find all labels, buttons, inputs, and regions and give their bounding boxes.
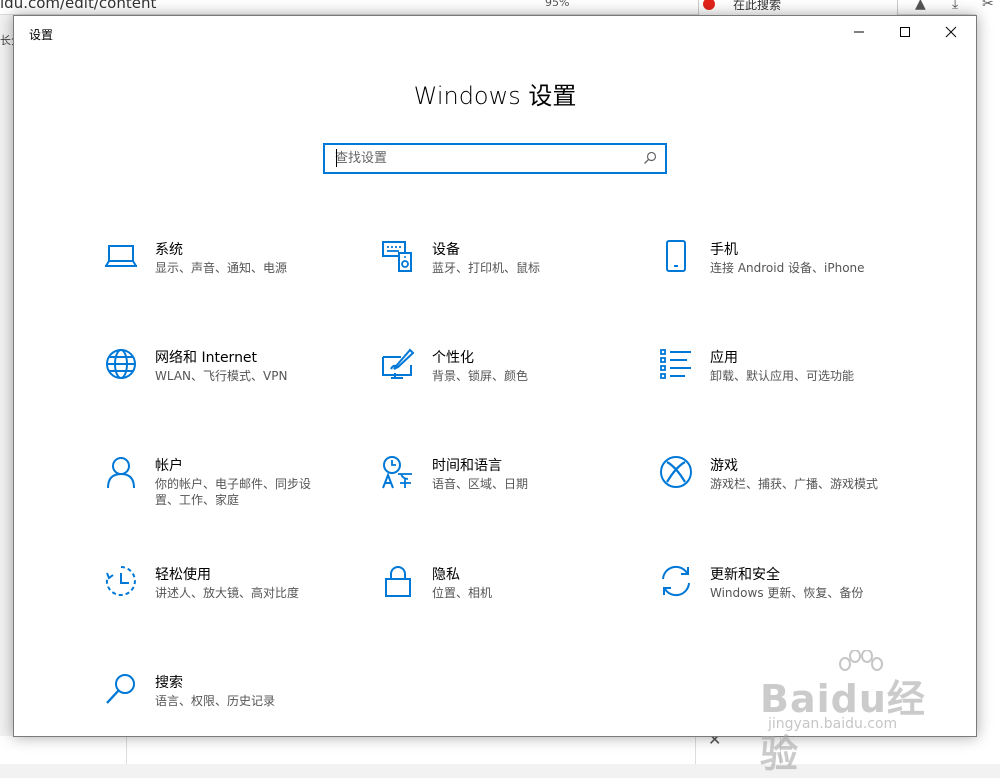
window-title: 设置: [29, 28, 54, 42]
tile-network-desc: WLAN、飞行模式、VPN: [155, 369, 288, 383]
tile-update-security[interactable]: 更新和安全 Windows 更新、恢复、备份: [659, 564, 889, 624]
tile-search-desc: 语言、权限、历史记录: [155, 694, 276, 708]
minimize-icon: [854, 31, 864, 33]
devices-icon: [381, 239, 415, 273]
tile-accounts-name: 帐户: [155, 458, 183, 474]
tile-phone-name: 手机: [710, 242, 738, 258]
tile-personalization[interactable]: 个性化 背景、锁屏、颜色: [381, 347, 611, 407]
background-right-panel: [976, 14, 1000, 764]
close-icon: [945, 26, 957, 38]
tile-accounts[interactable]: 帐户 你的帐户、电子邮件、同步设置、工作、家庭: [104, 455, 334, 515]
background-page-bottom: [0, 736, 1000, 764]
tile-search[interactable]: 搜索 语言、权限、历史记录: [104, 672, 334, 732]
tile-apps-desc: 卸载、默认应用、可选功能: [710, 369, 855, 383]
tile-update-security-desc: Windows 更新、恢复、备份: [710, 586, 864, 600]
xbox-icon: [659, 455, 693, 489]
scissors-icon[interactable]: ✂: [982, 0, 994, 12]
tile-search-name: 搜索: [155, 675, 183, 691]
laptop-icon: [104, 239, 138, 273]
tile-gaming-name: 游戏: [710, 458, 738, 474]
settings-search-box[interactable]: [323, 143, 667, 174]
browser-url-text[interactable]: idu.com/edit/content: [0, 0, 156, 14]
search-icon[interactable]: [643, 151, 657, 165]
tile-update-security-name: 更新和安全: [710, 567, 780, 583]
tile-network[interactable]: 网络和 Internet WLAN、飞行模式、VPN: [104, 347, 334, 407]
settings-window: 设置 Windows 设置 系统 显示、声音、通知、电源 设备 蓝牙、打印机: [13, 15, 977, 737]
globe-icon: [104, 347, 138, 381]
tile-devices[interactable]: 设备 蓝牙、打印机、鼠标: [381, 239, 611, 299]
tile-devices-name: 设备: [432, 242, 460, 258]
page-title: Windows 设置: [413, 82, 577, 110]
person-icon: [104, 455, 138, 489]
tile-time-language[interactable]: 时间和语言 语音、区域、日期: [381, 455, 611, 515]
tile-time-language-desc: 语音、区域、日期: [432, 477, 529, 491]
lock-icon: [381, 564, 415, 598]
browser-zoom-level[interactable]: 95%: [545, 0, 569, 9]
search-icon: [104, 672, 138, 706]
tile-phone-desc: 连接 Android 设备、iPhone: [710, 261, 865, 275]
minimize-button[interactable]: [836, 16, 882, 48]
tile-ease-of-access-desc: 讲述人、放大镜、高对比度: [155, 586, 300, 600]
tile-time-language-name: 时间和语言: [432, 458, 502, 474]
browser-search-box[interactable]: 在此搜索: [698, 0, 898, 16]
bookmark-icon[interactable]: ▲: [915, 0, 926, 12]
tile-network-name: 网络和 Internet: [155, 350, 258, 366]
tile-phone[interactable]: 手机 连接 Android 设备、iPhone: [659, 239, 889, 299]
update-icon: [659, 564, 693, 598]
tile-apps[interactable]: 应用 卸载、默认应用、可选功能: [659, 347, 889, 407]
text-caret: [336, 149, 337, 167]
tile-devices-desc: 蓝牙、打印机、鼠标: [432, 261, 541, 275]
apps-list-icon: [659, 347, 693, 381]
tile-gaming-desc: 游戏栏、捕获、广播、游戏模式: [710, 477, 879, 491]
sogou-logo-icon: [703, 0, 715, 10]
paint-icon: [381, 347, 415, 381]
tile-ease-of-access[interactable]: 轻松使用 讲述人、放大镜、高对比度: [104, 564, 334, 624]
tile-privacy-name: 隐私: [432, 567, 460, 583]
maximize-button[interactable]: [882, 16, 928, 48]
ease-of-access-icon: [104, 564, 138, 598]
tile-gaming[interactable]: 游戏 游戏栏、捕获、广播、游戏模式: [659, 455, 889, 515]
tile-privacy-desc: 位置、相机: [432, 586, 493, 600]
title-bar[interactable]: 设置: [14, 16, 976, 48]
tile-system-name: 系统: [155, 242, 183, 258]
close-button[interactable]: [928, 16, 974, 48]
tile-personalization-name: 个性化: [432, 350, 474, 366]
phone-icon: [659, 239, 693, 273]
maximize-icon: [900, 27, 910, 37]
tile-apps-name: 应用: [710, 350, 738, 366]
settings-search-input[interactable]: [335, 149, 635, 168]
time-language-icon: [381, 455, 415, 489]
browser-search-placeholder: 在此搜索: [733, 0, 782, 12]
tile-ease-of-access-name: 轻松使用: [155, 567, 211, 583]
tile-privacy[interactable]: 隐私 位置、相机: [381, 564, 611, 624]
tile-accounts-desc: 你的帐户、电子邮件、同步设置、工作、家庭: [155, 477, 312, 507]
tile-personalization-desc: 背景、锁屏、颜色: [432, 369, 529, 383]
tile-system-desc: 显示、声音、通知、电源: [155, 261, 288, 275]
download-icon[interactable]: ⤓: [952, 0, 958, 12]
tile-system[interactable]: 系统 显示、声音、通知、电源: [104, 239, 334, 299]
